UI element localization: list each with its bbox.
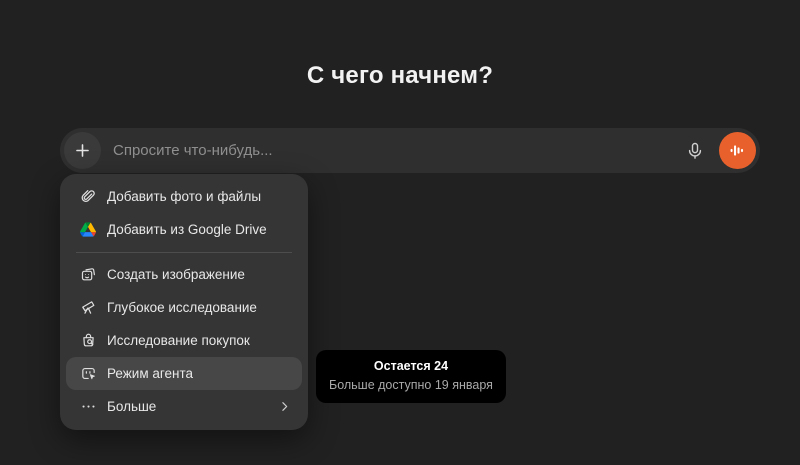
voice-wave-icon xyxy=(728,141,747,160)
menu-item-add-google-drive[interactable]: Добавить из Google Drive xyxy=(66,213,302,246)
paperclip-icon xyxy=(78,187,98,207)
attach-plus-button[interactable] xyxy=(64,132,101,169)
attach-menu: Добавить фото и файлы Добавить из Google… xyxy=(60,174,308,430)
menu-item-label: Создать изображение xyxy=(107,267,245,282)
composer-bar xyxy=(60,128,760,173)
plus-icon xyxy=(73,141,92,160)
menu-item-add-photos-files[interactable]: Добавить фото и файлы xyxy=(66,180,302,213)
telescope-icon xyxy=(78,298,98,318)
page-title: С чего начнем? xyxy=(306,62,494,89)
tooltip-availability-note: Больше доступно 19 января xyxy=(329,377,493,392)
voice-mode-button[interactable] xyxy=(719,132,756,169)
menu-item-label: Глубокое исследование xyxy=(107,300,257,315)
more-ellipsis-icon xyxy=(78,397,98,417)
menu-item-label: Исследование покупок xyxy=(107,333,250,348)
menu-item-label: Добавить фото и файлы xyxy=(107,189,262,204)
menu-divider xyxy=(76,252,292,253)
menu-item-label: Больше xyxy=(107,399,157,414)
dictate-button[interactable] xyxy=(679,135,711,167)
microphone-icon xyxy=(685,141,705,161)
prompt-input[interactable] xyxy=(113,142,679,159)
agent-mode-tooltip: Остается 24 Больше доступно 19 января xyxy=(316,350,506,403)
menu-item-create-image[interactable]: Создать изображение xyxy=(66,258,302,291)
shopping-research-icon xyxy=(78,331,98,351)
app-window: С чего начнем? Спросите что-нибудь... До… xyxy=(0,0,800,465)
chevron-right-icon xyxy=(276,399,292,415)
menu-item-label: Режим агента xyxy=(107,366,194,381)
menu-item-label: Добавить из Google Drive xyxy=(107,222,267,237)
menu-item-agent-mode[interactable]: Режим агента xyxy=(66,357,302,390)
google-drive-icon xyxy=(78,220,98,240)
tooltip-remaining-count: Остается 24 xyxy=(373,359,449,373)
menu-item-more[interactable]: Больше xyxy=(66,390,302,423)
menu-item-shopping-research[interactable]: Исследование покупок xyxy=(66,324,302,357)
create-image-icon xyxy=(78,265,98,285)
menu-item-deep-research[interactable]: Глубокое исследование xyxy=(66,291,302,324)
agent-mode-icon xyxy=(78,364,98,384)
